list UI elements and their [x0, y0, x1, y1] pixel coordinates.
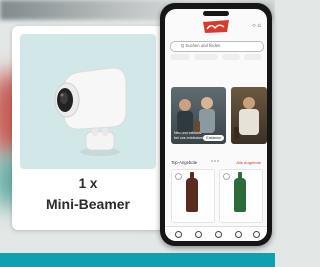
header-icons: ○ ⌂	[252, 23, 261, 29]
carousel-dots	[211, 149, 221, 162]
promo-photo-right	[234, 97, 259, 139]
nav-list-icon[interactable]	[235, 231, 242, 238]
section-title: Top-Angebote	[171, 160, 198, 165]
search-input[interactable]: Q Suchen und finden	[170, 41, 264, 52]
promo-banner-left[interactable]: Neu und exklusiv bei uns entdecken Entde…	[171, 87, 226, 144]
nav-home-icon[interactable]	[175, 231, 182, 238]
category-chip[interactable]	[244, 54, 262, 60]
product-card: 1 x Mini-Beamer	[12, 26, 164, 230]
category-chips	[170, 54, 262, 62]
promo-left-text: Neu und exklusiv bei uns entdecken	[174, 131, 204, 140]
phone-notch	[203, 11, 229, 16]
phone-screen: ○ ⌂ Q Suchen und finden Neu und exklusiv…	[165, 9, 267, 241]
cart-icon[interactable]: ⌂	[257, 23, 261, 29]
promo-discover-button[interactable]: Entdecke	[203, 135, 224, 141]
category-chip[interactable]	[170, 54, 190, 60]
projector-illustration	[54, 67, 127, 156]
account-icon[interactable]: ○	[252, 23, 256, 29]
category-chip[interactable]	[194, 54, 218, 60]
tile-badge-icon	[223, 173, 230, 180]
bottle-image-brown	[186, 172, 198, 212]
product-tile[interactable]	[219, 169, 263, 223]
product-image	[20, 34, 156, 169]
promo-banner-right[interactable]	[231, 87, 267, 144]
bottom-nav	[165, 226, 267, 241]
product-tile[interactable]	[171, 169, 215, 223]
nav-search-icon[interactable]	[195, 231, 202, 238]
category-chip[interactable]	[222, 54, 240, 60]
phone-mockup: ○ ⌂ Q Suchen und finden Neu und exklusiv…	[160, 3, 272, 246]
shop-logo	[203, 20, 229, 33]
nav-offers-icon[interactable]	[215, 231, 222, 238]
nav-account-icon[interactable]	[253, 231, 260, 238]
tile-badge-icon	[175, 173, 182, 180]
bottom-accent-band	[0, 253, 275, 267]
section-link[interactable]: Alle Angebote	[236, 160, 261, 165]
product-quantity: 1 x	[78, 176, 98, 191]
product-name: Mini-Beamer	[45, 196, 131, 212]
bottle-image-green	[234, 172, 246, 212]
search-placeholder: Q Suchen und finden	[181, 43, 221, 48]
